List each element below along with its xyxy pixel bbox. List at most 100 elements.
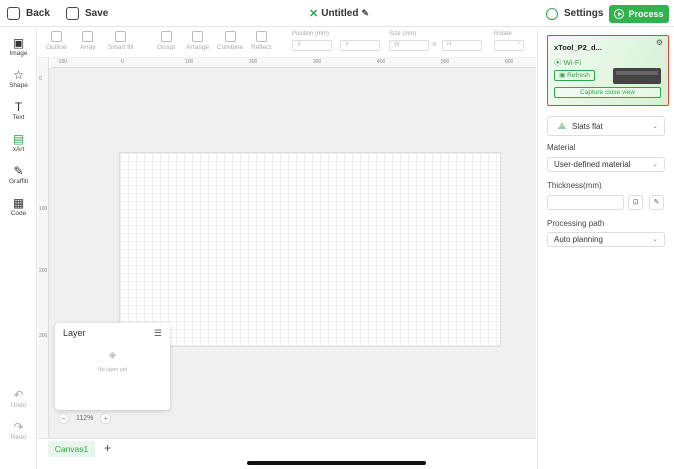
wifi-status: ⦿ Wi-Fi (554, 58, 582, 67)
tool-code[interactable]: ▦ Code (0, 196, 37, 217)
ruler-tick: 200 (39, 268, 48, 274)
rotate-input[interactable]: ° (494, 40, 524, 51)
reflect-button[interactable]: Reflect (251, 31, 271, 51)
document-title[interactable]: ✕ Untitled ✎ (309, 0, 369, 27)
zoom-in-button[interactable]: + (100, 413, 112, 424)
lock-ratio-icon[interactable]: ⊕ (432, 41, 437, 48)
arrange-label: Arrange (186, 44, 210, 51)
ruler-tick: -100 (57, 59, 68, 65)
settings-button[interactable]: Settings (546, 0, 603, 27)
left-toolbar: ▣ Image ☆ Shape T Text ▤ xArt ✎ Graffiti… (0, 28, 37, 469)
redo-label: Redo (10, 434, 27, 441)
undo-button[interactable]: ↶ Undo (0, 388, 37, 409)
tool-xart[interactable]: ▤ xArt (0, 132, 37, 153)
ruler-tick: 600 (505, 59, 514, 65)
add-canvas-button[interactable]: + (104, 441, 111, 455)
save-button[interactable]: Save (66, 0, 108, 27)
ruler-tick: 100 (185, 59, 194, 65)
play-icon (614, 9, 625, 19)
title-text: Untitled (321, 8, 359, 19)
xart-icon: ▤ (12, 132, 25, 146)
layer-empty-text: No layer yet (97, 367, 128, 373)
arrange-icon (192, 31, 204, 42)
processing-path-label: Processing path (547, 219, 605, 228)
outline-button[interactable]: Outline (46, 31, 67, 51)
redo-button[interactable]: ↷ Redo (0, 420, 37, 441)
device-card[interactable]: xTool_P2_d... ⚙ ⦿ Wi-Fi ▣ Refresh Captur… (547, 35, 669, 106)
ruler-tick: 100 (39, 206, 48, 212)
ruler-tick: 400 (377, 59, 386, 65)
position-x-input[interactable]: X (292, 40, 332, 51)
tool-shape-label: Shape (9, 82, 28, 89)
save-icon (66, 7, 79, 20)
platform-icon: ⟁ (558, 120, 567, 131)
refresh-icon: ▣ (559, 72, 568, 79)
group-icon (160, 31, 172, 42)
tool-text-label: Text (12, 114, 25, 121)
smart-fill-button[interactable]: Smart fill (108, 31, 133, 51)
undo-icon: ↶ (13, 388, 24, 402)
array-label: Array (80, 44, 96, 51)
zoom-out-button[interactable]: − (58, 413, 69, 424)
refresh-button[interactable]: ▣ Refresh (554, 70, 595, 81)
processing-path-value: Auto planning (554, 235, 603, 244)
combine-button[interactable]: Combine (217, 31, 243, 51)
group-button[interactable]: Group (157, 31, 175, 51)
ruler-tick: 500 (441, 59, 450, 65)
tab-canvas1[interactable]: Canvas1 (48, 441, 95, 457)
tool-graffiti[interactable]: ✎ Graffiti (0, 164, 37, 185)
position-y-input[interactable]: Y (340, 40, 380, 51)
layer-menu-icon[interactable]: ☰ (154, 328, 162, 339)
settings-gear-icon (546, 7, 558, 20)
edit-thickness-icon[interactable]: ✎ (649, 195, 664, 210)
wifi-label: Wi-Fi (563, 58, 582, 67)
back-button[interactable]: Back (7, 0, 50, 27)
ruler-tick: 200 (249, 59, 258, 65)
arrange-button[interactable]: Arrange (186, 31, 209, 51)
xtool-logo-icon: ✕ (309, 8, 319, 20)
measure-thickness-icon[interactable]: ⊡ (628, 195, 643, 210)
redo-icon: ↷ (13, 420, 24, 434)
reflect-label: Reflect (251, 44, 272, 51)
tool-text[interactable]: T Text (0, 100, 37, 121)
edit-toolbar: Outline Array Smart fill Group Arrange C… (38, 28, 536, 58)
home-indicator[interactable] (247, 461, 426, 465)
vertical-ruler: 0 100 200 300 (38, 58, 49, 438)
tool-graffiti-label: Graffiti (8, 178, 29, 185)
size-h-input[interactable]: H (442, 40, 482, 51)
array-button[interactable]: Array (80, 31, 96, 51)
platform-select[interactable]: ⟁ Slats flat ⌄ (547, 116, 665, 136)
outline-label: Outline (46, 44, 67, 51)
graffiti-icon: ✎ (13, 164, 24, 178)
tool-image-label: Image (9, 50, 28, 57)
chevron-down-icon: ⌄ (652, 236, 658, 243)
ruler-tick: 0 (39, 76, 42, 82)
position-label: Position (mm) (292, 31, 330, 37)
right-panel: xTool_P2_d... ⚙ ⦿ Wi-Fi ▣ Refresh Captur… (537, 28, 674, 469)
material-label: Material (547, 143, 576, 152)
canvas-tab-bar: Canvas1 + (38, 438, 536, 458)
group-label: Group (157, 44, 176, 51)
material-select[interactable]: User-defined material ⌄ (547, 157, 665, 172)
top-bar: Back Save ✕ Untitled ✎ Settings Process (0, 0, 674, 27)
capture-close-view-button[interactable]: Capture close view (554, 87, 661, 98)
horizontal-ruler: -100 0 100 200 300 400 500 600 (51, 58, 536, 68)
tool-image[interactable]: ▣ Image (0, 36, 37, 57)
work-area-grid[interactable] (119, 152, 501, 347)
device-settings-icon[interactable]: ⚙ (656, 38, 663, 47)
edit-pencil-icon[interactable]: ✎ (361, 8, 369, 19)
tool-code-label: Code (10, 210, 27, 217)
ruler-tick: 300 (39, 333, 48, 339)
thickness-label: Thickness(mm) (547, 181, 602, 190)
process-button[interactable]: Process (609, 5, 669, 23)
smart-fill-label: Smart fill (108, 44, 134, 51)
refresh-label: Refresh (567, 72, 590, 79)
reflect-icon (255, 31, 267, 42)
size-w-input[interactable]: W (389, 40, 429, 51)
image-icon: ▣ (12, 36, 25, 50)
thickness-input[interactable] (547, 195, 624, 210)
rotate-label: Rotate (494, 31, 512, 37)
size-label: Size (mm) (389, 31, 417, 37)
processing-path-select[interactable]: Auto planning ⌄ (547, 232, 665, 247)
tool-shape[interactable]: ☆ Shape (0, 68, 37, 89)
